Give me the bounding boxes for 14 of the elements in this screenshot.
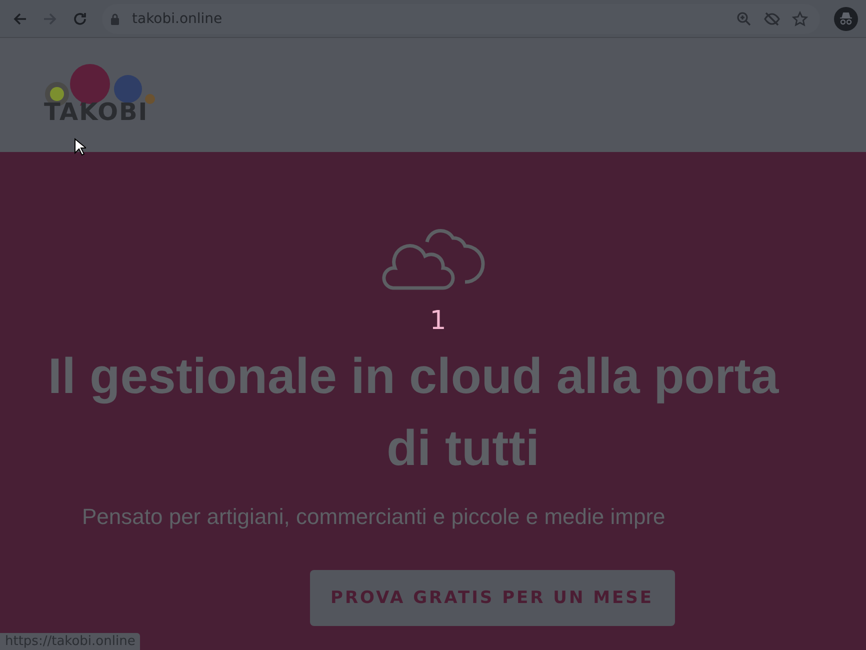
reload-icon[interactable]: [72, 10, 88, 26]
incognito-icon[interactable]: [834, 6, 858, 30]
hero-title: di tutti: [386, 419, 540, 478]
hero-subtitle: Pensato per artigiani, commercianti e piccole e medie impre: [82, 504, 666, 530]
eye-slash-icon[interactable]: [764, 10, 780, 26]
cloud-icon: [381, 228, 485, 292]
star-icon[interactable]: [792, 10, 808, 26]
hero-title: Il gestionale in cloud alla porta: [48, 347, 779, 406]
zoom-icon[interactable]: [736, 10, 752, 26]
free-trial-button[interactable]: PROVA GRATIS PER UN MESE: [310, 570, 674, 626]
cursor-icon: [74, 138, 86, 156]
counter-number: 1: [430, 306, 446, 336]
lock-icon: [110, 12, 120, 24]
back-icon[interactable]: [12, 10, 28, 26]
